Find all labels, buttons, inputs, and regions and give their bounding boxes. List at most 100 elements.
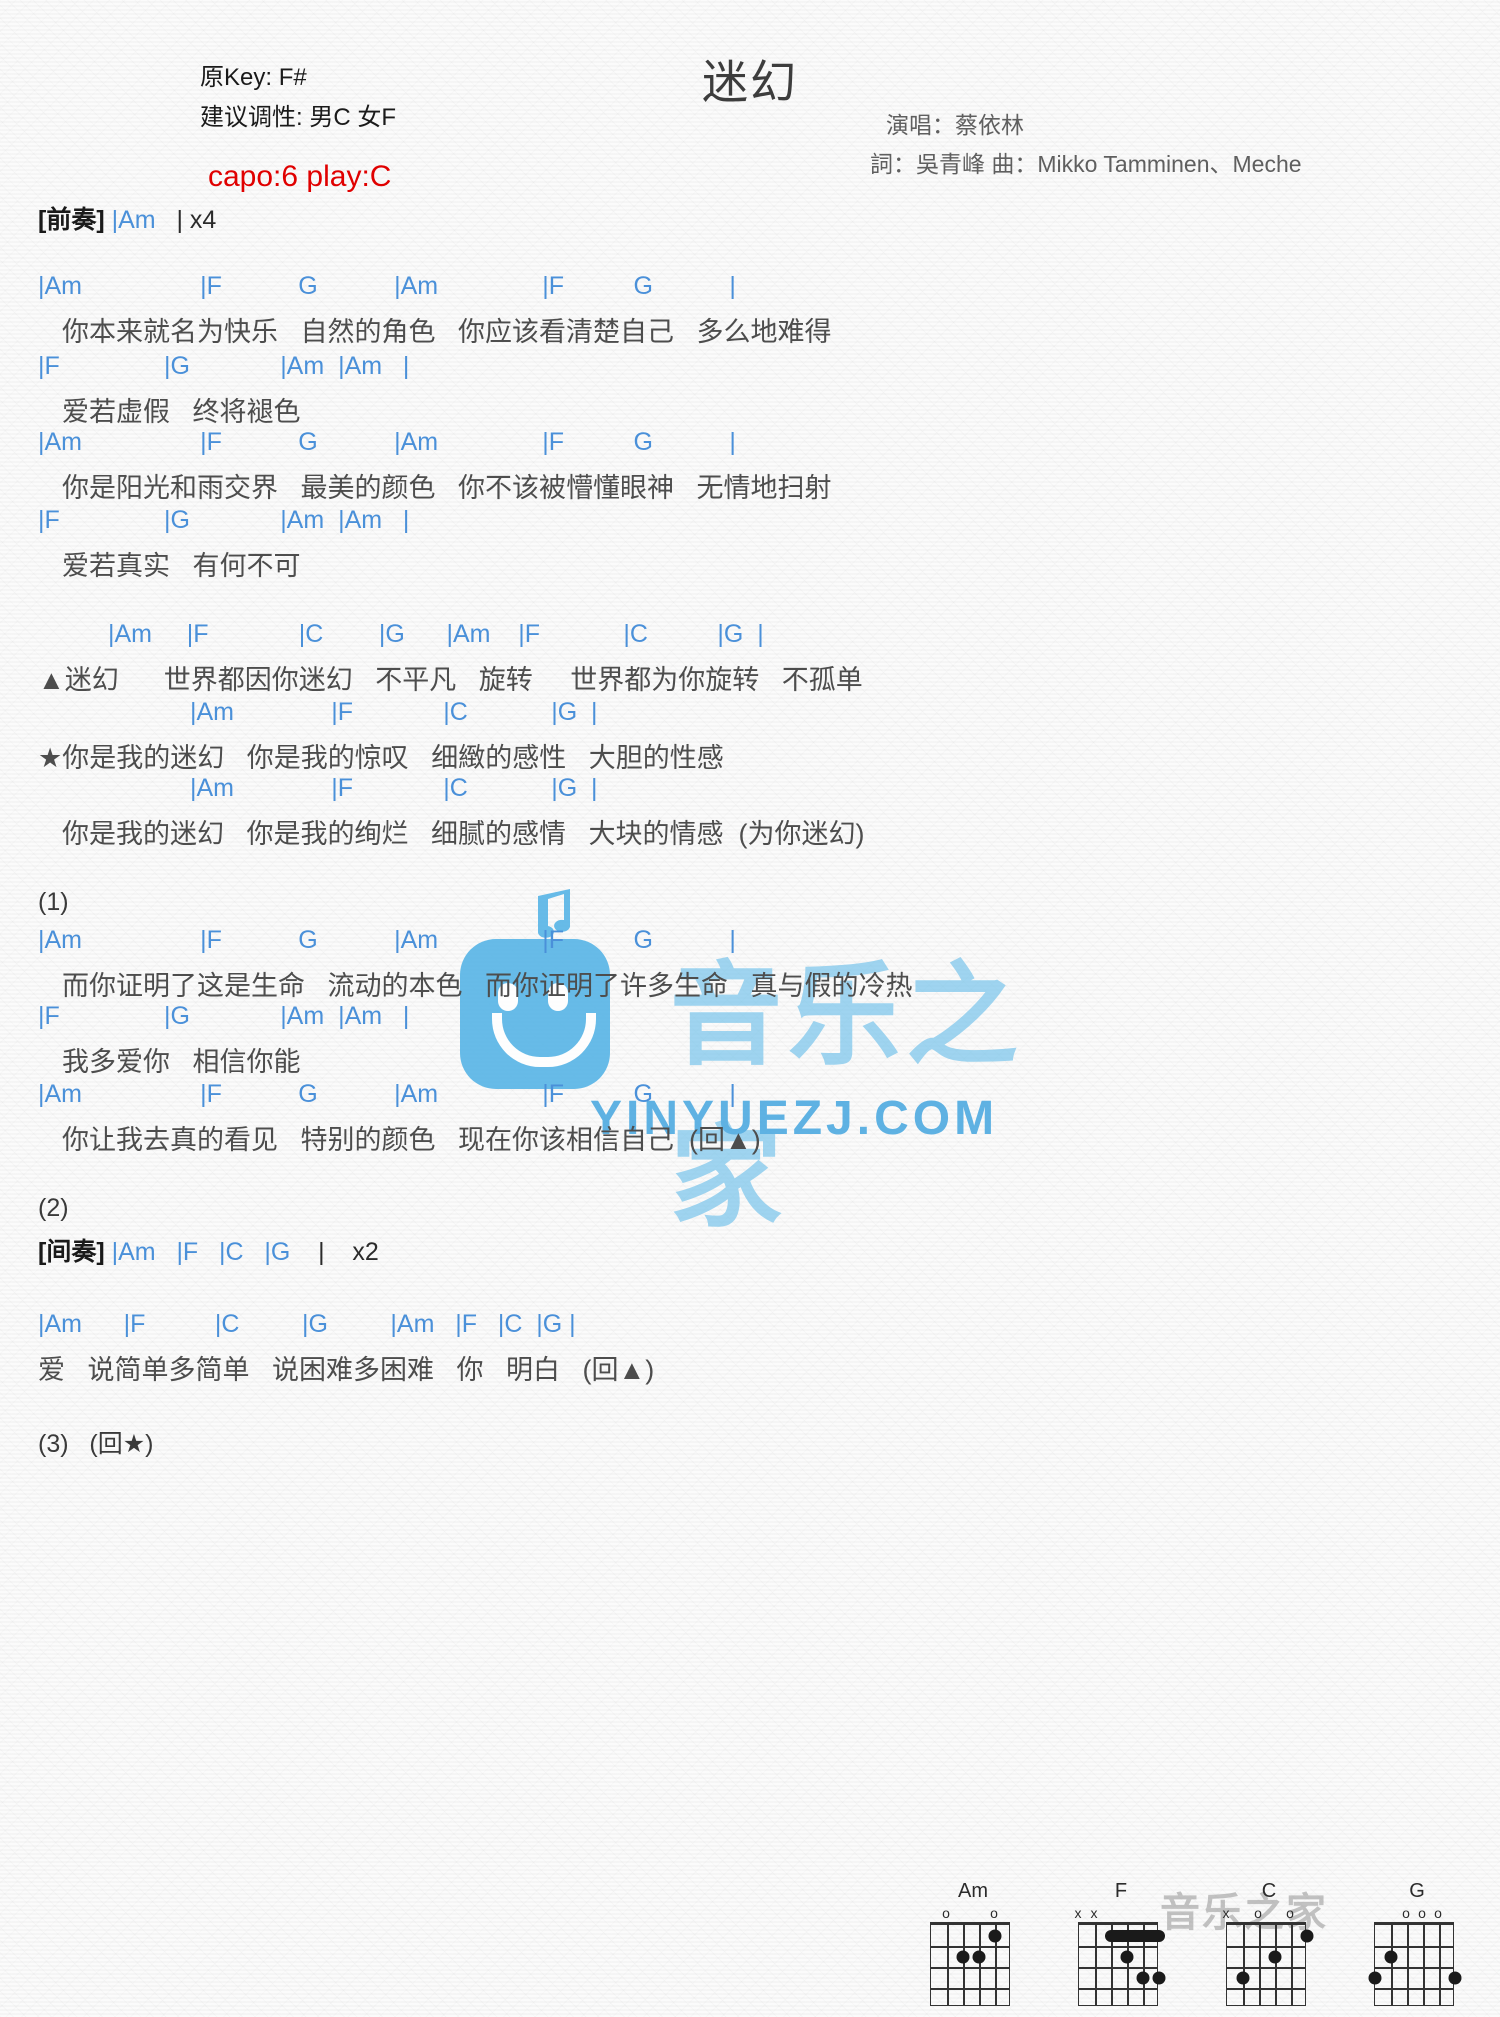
fret-line bbox=[1227, 1988, 1305, 1990]
repeat-text: | x4 bbox=[155, 206, 217, 234]
barre-marker bbox=[1105, 1929, 1165, 1942]
chord-diagram-c: C bbox=[1226, 1880, 1314, 2006]
chord-line: |F |G |Am |Am | bbox=[38, 352, 410, 380]
chord-line: |Am |F G |Am |F G | bbox=[38, 1080, 736, 1108]
page-title: 迷幻 bbox=[702, 56, 798, 108]
fret-line bbox=[931, 1967, 1009, 1969]
chord-line: |Am |F G |Am |F G | bbox=[38, 272, 736, 300]
fret-line bbox=[931, 1988, 1009, 1990]
fret-line bbox=[931, 1946, 1009, 1948]
fretboard-grid bbox=[1226, 1922, 1314, 2006]
string-line bbox=[1291, 1925, 1293, 2005]
fret-line bbox=[1375, 1967, 1453, 1969]
open-string-icon bbox=[1402, 1906, 1410, 1920]
chord-diagram-name: F bbox=[1114, 1880, 1128, 1902]
lyric-line: 爱若虚假 终将褪色 bbox=[62, 397, 301, 427]
section-marker: (1) bbox=[38, 888, 69, 916]
string-line bbox=[1391, 1925, 1393, 2005]
finger-dot bbox=[988, 1929, 1002, 1942]
fretboard-grid bbox=[1078, 1922, 1166, 2006]
finger-dot bbox=[956, 1950, 970, 1963]
finger-dot bbox=[1368, 1971, 1382, 1984]
section-label: [前奏] bbox=[38, 206, 112, 234]
open-string-icon bbox=[990, 1906, 998, 1920]
fretboard-grid bbox=[1368, 1922, 1462, 2006]
string-line bbox=[947, 1925, 949, 2005]
lyric-line: 你是我的迷幻 你是我的绚烂 细腻的感情 大块的情感 (为你迷幻) bbox=[62, 819, 865, 849]
chord-symbol: |Am bbox=[111, 206, 156, 234]
muted-string-icon bbox=[1075, 1906, 1082, 1920]
muted-string-icon bbox=[1223, 1906, 1230, 1920]
chord-diagram-am: Am bbox=[930, 1880, 1016, 2006]
sheet-header: 原Key: F# 建议调性: 男C 女F capo:6 play:C 迷幻 演唱… bbox=[0, 0, 1500, 200]
lyric-line: ▲迷幻 世界都因你迷幻 不平凡 旋转 世界都为你旋转 不孤单 bbox=[38, 665, 863, 695]
chord-open-string-markers bbox=[930, 1906, 1016, 1922]
finger-dot bbox=[1268, 1950, 1282, 1963]
chord-open-string-markers bbox=[1078, 1906, 1164, 1922]
chord-diagram-name: G bbox=[1409, 1880, 1425, 1902]
section-marker: (3) (回★) bbox=[38, 1430, 154, 1458]
chord-sheet: 原Key: F# 建议调性: 男C 女F capo:6 play:C 迷幻 演唱… bbox=[0, 0, 1500, 2017]
chord-line: |F |G |Am |Am | bbox=[38, 1002, 410, 1030]
finger-dot bbox=[1384, 1950, 1398, 1963]
string-line bbox=[1407, 1925, 1409, 2005]
fret-line bbox=[1079, 1988, 1157, 1990]
finger-dot bbox=[1300, 1929, 1314, 1942]
chord-line: |Am |F G |Am |F G | bbox=[38, 428, 736, 456]
finger-dot bbox=[972, 1950, 986, 1963]
fret-line bbox=[1227, 1967, 1305, 1969]
fretboard-grid bbox=[930, 1922, 1010, 2006]
string-line bbox=[1259, 1925, 1261, 2005]
string-line bbox=[1423, 1925, 1425, 2005]
chord-open-string-markers bbox=[1374, 1906, 1460, 1922]
lyric-line: 我多爱你 相信你能 bbox=[62, 1047, 301, 1077]
lyric-line: ★你是我的迷幻 你是我的惊叹 细緻的感性 大胆的性感 bbox=[38, 743, 724, 773]
string-line bbox=[1095, 1925, 1097, 2005]
fret-line bbox=[1375, 1988, 1453, 1990]
chord-line: |Am |F G |Am |F G | bbox=[38, 926, 736, 954]
open-string-icon bbox=[1418, 1906, 1426, 1920]
finger-dot bbox=[1136, 1971, 1150, 1984]
fret-line bbox=[1227, 1946, 1305, 1948]
lyric-line: 你本来就名为快乐 自然的角色 你应该看清楚自己 多么地难得 bbox=[62, 317, 832, 347]
finger-dot bbox=[1120, 1950, 1134, 1963]
chord-line: |F |G |Am |Am | bbox=[38, 506, 410, 534]
section-line: [间奏] |Am |F |C |G | x2 bbox=[38, 1232, 379, 1268]
lyric-line: 你是阳光和雨交界 最美的颜色 你不该被懵懂眼神 无情地扫射 bbox=[62, 473, 832, 503]
section-label: [间奏] bbox=[38, 1238, 112, 1266]
lyric-line: 爱若真实 有何不可 bbox=[62, 551, 301, 581]
string-line bbox=[1243, 1925, 1245, 2005]
finger-dot bbox=[1236, 1971, 1250, 1984]
string-line bbox=[979, 1925, 981, 2005]
string-line bbox=[1439, 1925, 1441, 2005]
chord-symbol: |Am |F |C |G bbox=[111, 1238, 291, 1266]
credit-singer: 演唱：蔡依林 bbox=[886, 112, 1024, 138]
lyric-line: 你让我去真的看见 特别的颜色 现在你该相信自己 (回▲) bbox=[62, 1125, 761, 1155]
finger-dot bbox=[1152, 1971, 1166, 1984]
section-line: [前奏] |Am | x4 bbox=[38, 200, 216, 236]
chord-line: |Am |F |C |G |Am |F |C |G | bbox=[108, 620, 764, 648]
chord-diagram-row: Am F C G bbox=[930, 1880, 1462, 2006]
finger-dot bbox=[1448, 1971, 1462, 1984]
chord-open-string-markers bbox=[1226, 1906, 1312, 1922]
open-string-icon bbox=[942, 1906, 950, 1920]
section-marker: (2) bbox=[38, 1194, 69, 1222]
open-string-icon bbox=[1254, 1906, 1262, 1920]
chord-diagram-g: G bbox=[1368, 1880, 1462, 2006]
fret-line bbox=[1079, 1967, 1157, 1969]
open-string-icon bbox=[1286, 1906, 1294, 1920]
string-line bbox=[963, 1925, 965, 2005]
chord-diagram-f: F bbox=[1078, 1880, 1166, 2006]
chord-diagram-name: C bbox=[1261, 1880, 1277, 1902]
lyric-line: 而你证明了这是生命 流动的本色 而你证明了许多生命 真与假的冷热 bbox=[62, 971, 913, 1001]
chord-line: |Am |F |C |G | bbox=[190, 774, 598, 802]
open-string-icon bbox=[1434, 1906, 1442, 1920]
chord-line: |Am |F |C |G |Am |F |C |G | bbox=[38, 1310, 576, 1338]
chord-line: |Am |F |C |G | bbox=[190, 698, 598, 726]
capo-instruction: capo:6 play:C bbox=[208, 160, 392, 193]
string-line bbox=[1275, 1925, 1277, 2005]
lyric-line: 爱 说简单多简单 说困难多困难 你 明白 (回▲) bbox=[38, 1355, 655, 1385]
fret-line bbox=[1375, 1946, 1453, 1948]
credit-writers: 詞：吳青峰 曲：Mikko Tamminen、Meche bbox=[870, 151, 1302, 177]
fret-line bbox=[1079, 1946, 1157, 1948]
